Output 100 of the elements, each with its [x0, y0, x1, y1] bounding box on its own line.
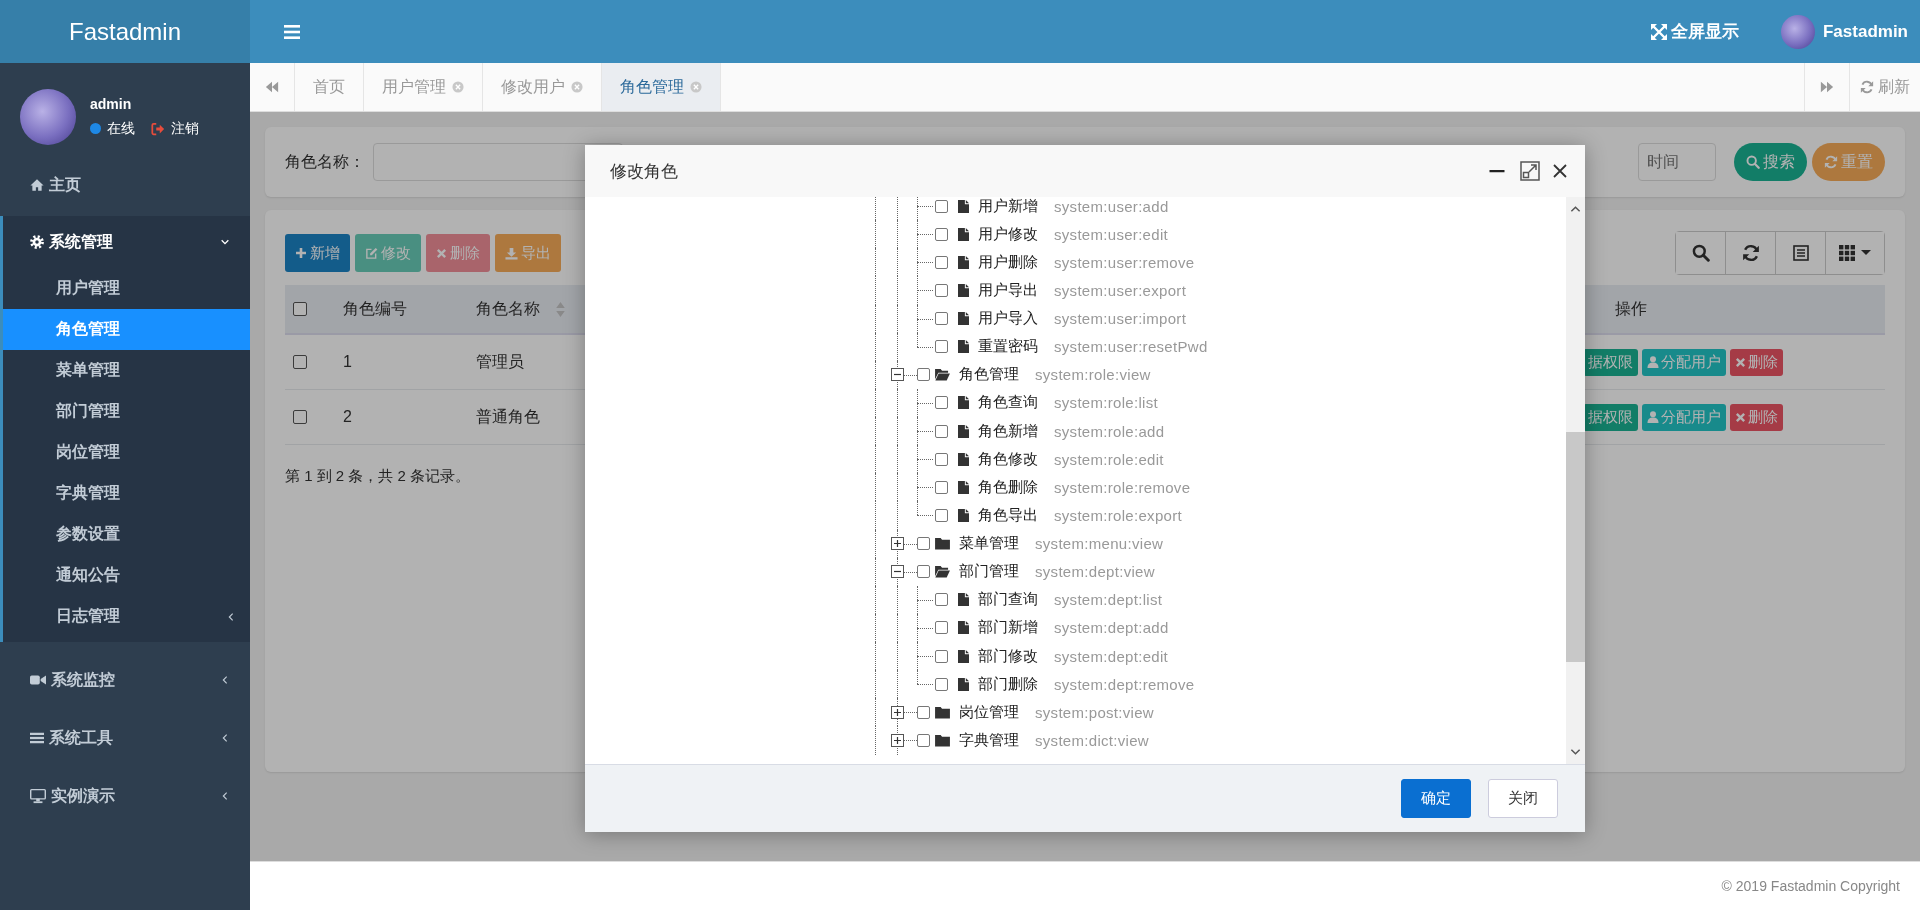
- checkbox[interactable]: [935, 621, 948, 635]
- logout-icon[interactable]: [151, 121, 165, 136]
- open-folder-icon: [935, 565, 950, 579]
- toolbar-button[interactable]: 新增: [285, 234, 350, 272]
- tree-node-label[interactable]: 角色管理: [959, 365, 1019, 385]
- checkbox[interactable]: [935, 396, 948, 410]
- tab[interactable]: 角色管理: [602, 63, 721, 111]
- date-field[interactable]: 时间: [1638, 143, 1716, 181]
- sidebar-item[interactable]: 菜单管理: [3, 350, 250, 391]
- close-icon: [1735, 411, 1746, 423]
- sidebar-item[interactable]: 部门管理: [3, 391, 250, 432]
- file-icon: [958, 227, 969, 241]
- close-button[interactable]: 关闭: [1488, 779, 1558, 818]
- checkbox[interactable]: [917, 705, 930, 719]
- checkbox[interactable]: [935, 452, 948, 466]
- maximize-icon[interactable]: [1520, 161, 1540, 181]
- sidebar-item[interactable]: 通知公告: [3, 555, 250, 596]
- user-menu[interactable]: Fastadmin: [1780, 14, 1908, 49]
- file-icon: [958, 508, 969, 522]
- file-icon: [958, 677, 969, 691]
- checkbox[interactable]: [935, 227, 948, 241]
- checkbox[interactable]: [935, 508, 948, 522]
- search-icon: [1746, 155, 1760, 169]
- checkbox[interactable]: [293, 355, 307, 369]
- tree-node-label[interactable]: 角色修改: [978, 449, 1038, 469]
- user-icon: [1647, 411, 1659, 423]
- sidebar-item[interactable]: 主页: [0, 170, 250, 200]
- tree-node-label[interactable]: 重置密码: [978, 337, 1038, 357]
- logout-link[interactable]: 注销: [151, 119, 199, 138]
- checkbox[interactable]: [935, 255, 948, 269]
- fullscreen-button[interactable]: 全屏显示: [1650, 20, 1739, 43]
- collapse-icon[interactable]: [891, 565, 904, 579]
- tree-node-label[interactable]: 部门新增: [978, 618, 1038, 638]
- open-folder-icon: [935, 368, 950, 382]
- gear-icon: [30, 235, 44, 249]
- tree-node-label[interactable]: 部门修改: [978, 646, 1038, 666]
- table-cell-text: 管理员: [476, 351, 524, 372]
- sidebar-item[interactable]: 系统管理: [3, 216, 250, 268]
- tree-node-label[interactable]: 角色查询: [978, 393, 1038, 413]
- checkbox[interactable]: [293, 410, 307, 424]
- sidebar-item[interactable]: 字典管理: [3, 473, 250, 514]
- expand-icon[interactable]: [891, 733, 904, 747]
- checkbox[interactable]: [917, 733, 930, 747]
- tree-node-label[interactable]: 角色新增: [978, 421, 1038, 441]
- column-header[interactable]: 角色名称: [476, 298, 565, 320]
- confirm-button[interactable]: 确定: [1401, 779, 1471, 818]
- double-right-icon[interactable]: [1820, 80, 1834, 94]
- checkbox[interactable]: [935, 649, 948, 663]
- tree-node-label[interactable]: 用户修改: [978, 224, 1038, 244]
- file-icon: [958, 480, 969, 494]
- permission-key: system:menu:view: [1035, 535, 1164, 553]
- tree-node-label[interactable]: 用户导出: [978, 280, 1038, 300]
- checkbox[interactable]: [293, 302, 307, 316]
- expand-icon[interactable]: [891, 537, 904, 550]
- tree-node-label[interactable]: 岗位管理: [959, 702, 1019, 722]
- tree-node-label[interactable]: 用户删除: [978, 252, 1038, 272]
- tree-node-label[interactable]: 部门查询: [978, 590, 1038, 610]
- menu-icon[interactable]: [284, 23, 300, 40]
- permission-key: system:user:add: [1054, 197, 1169, 215]
- tree-node-label[interactable]: 角色删除: [978, 477, 1038, 497]
- permission-key: system:post:view: [1035, 703, 1154, 721]
- tree-node-label[interactable]: 用户新增: [978, 197, 1038, 216]
- column-header: 角色编号: [343, 298, 407, 319]
- scrollbar[interactable]: [1566, 197, 1585, 764]
- double-left-icon[interactable]: [265, 80, 279, 94]
- sidebar-item[interactable]: 用户管理: [3, 268, 250, 309]
- tree-node-label[interactable]: 部门管理: [959, 562, 1019, 582]
- checkbox[interactable]: [935, 283, 948, 297]
- sidebar-item[interactable]: 日志管理: [3, 596, 250, 637]
- search-button[interactable]: [1676, 232, 1726, 274]
- tree-node-label[interactable]: 用户导入: [978, 309, 1038, 329]
- checkbox[interactable]: [935, 480, 948, 494]
- scroll-up-icon[interactable]: [1570, 205, 1581, 213]
- scroll-down-icon[interactable]: [1570, 748, 1581, 756]
- close-icon[interactable]: [1553, 164, 1567, 178]
- sidebar-item[interactable]: 系统监控: [0, 651, 250, 709]
- checkbox[interactable]: [917, 537, 930, 551]
- tree-node-label[interactable]: 菜单管理: [959, 534, 1019, 554]
- tree-node-label[interactable]: 角色导出: [978, 505, 1038, 525]
- sidebar-item[interactable]: 系统工具: [0, 709, 250, 767]
- checkbox[interactable]: [935, 312, 948, 326]
- checkbox[interactable]: [917, 565, 930, 579]
- minimize-icon[interactable]: [1487, 169, 1507, 173]
- scrollbar-thumb[interactable]: [1566, 432, 1585, 662]
- scroll-right-button[interactable]: [1804, 63, 1850, 111]
- sidebar-item[interactable]: 实例演示: [0, 767, 250, 825]
- checkbox[interactable]: [935, 424, 948, 438]
- checkbox[interactable]: [935, 593, 948, 607]
- sidebar-item[interactable]: 岗位管理: [3, 432, 250, 473]
- checkbox[interactable]: [917, 368, 930, 382]
- expand-icon[interactable]: [891, 705, 904, 719]
- checkbox[interactable]: [935, 677, 948, 691]
- file-icon: [958, 593, 969, 607]
- tree-node-label[interactable]: 部门删除: [978, 674, 1038, 694]
- checkbox[interactable]: [935, 199, 948, 213]
- sidebar-item[interactable]: 参数设置: [3, 514, 250, 555]
- tree-node-label[interactable]: 字典管理: [959, 730, 1019, 750]
- close-icon: [1735, 356, 1746, 368]
- checkbox[interactable]: [935, 340, 948, 354]
- collapse-icon[interactable]: [891, 368, 904, 382]
